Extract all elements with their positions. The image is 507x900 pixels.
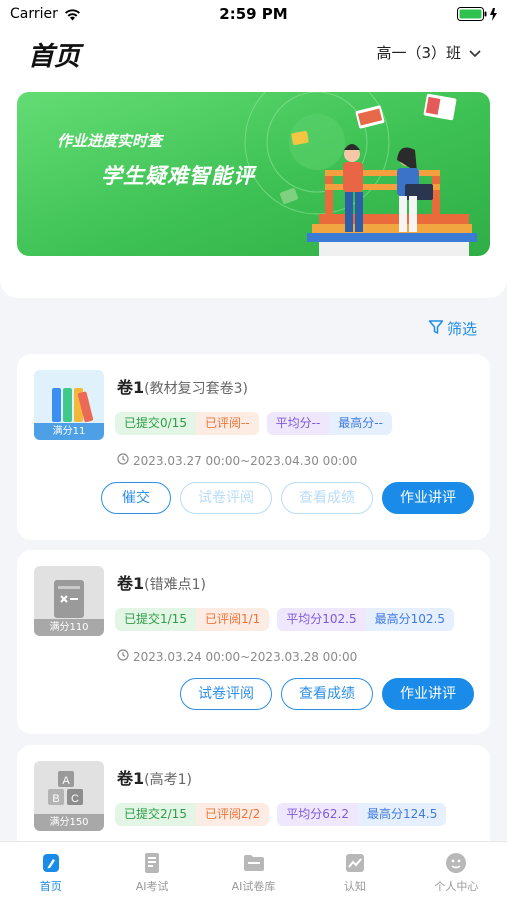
exam-icon (145, 853, 160, 873)
tab-label: 认知 (343, 880, 366, 893)
average-score-badge: 平均分62.2 (277, 803, 359, 826)
tab-profile[interactable]: 个人中心 (406, 842, 507, 900)
class-label: 高一（3）班 (376, 44, 461, 62)
clock-icon (117, 649, 129, 664)
tab-home[interactable]: 首页 (0, 842, 101, 900)
homework-review-button[interactable]: 作业讲评 (382, 482, 474, 514)
tab-cognition[interactable]: 认知 (304, 842, 405, 900)
chart-icon (345, 854, 364, 872)
paper-thumbnail: 满分110 (34, 566, 104, 636)
clock-icon (117, 453, 129, 468)
filter-label: 筛选 (446, 320, 477, 338)
card-title: 卷1(高考1) (117, 765, 192, 789)
highest-score-badge: 最高分124.5 (358, 803, 447, 826)
time-range: 2023.03.24 00:00~2023.03.28 00:00 (117, 649, 357, 664)
submitted-badge: 已提交1/15 (115, 608, 196, 631)
submitted-badge: 已提交0/15 (115, 412, 196, 435)
full-score-label: 满分11 (34, 423, 104, 440)
paper-name: 卷1 (117, 769, 145, 788)
highest-score-badge: 最高分102.5 (365, 608, 454, 631)
svg-text:B: B (52, 793, 59, 805)
paper-subtitle: (教材复习套卷3) (144, 381, 248, 397)
folder-icon (243, 855, 264, 871)
remind-submit-button[interactable]: 催交 (101, 482, 171, 514)
svg-text:C: C (71, 793, 79, 805)
status-bar: Carrier 2:59 PM (0, 0, 507, 28)
filter-button[interactable]: 筛选 (428, 318, 477, 339)
paper-name: 卷1 (117, 574, 145, 593)
svg-text:A: A (62, 775, 70, 787)
highest-score-badge: 最高分-- (329, 412, 392, 435)
homework-card[interactable]: 满分110 卷1(错难点1) 已提交1/15 已评阅1/1 平均分102.5 最… (17, 550, 490, 734)
tab-ai-paper-library[interactable]: AI试卷库 (203, 842, 304, 900)
card-actions: 催交 试卷评阅 查看成绩 作业讲评 (101, 482, 474, 514)
profile-icon (446, 853, 467, 873)
bottom-tab-bar: 首页 AI考试 AI试卷库 认知 个人中心 (0, 841, 507, 900)
card-title: 卷1(教材复习套卷3) (117, 374, 248, 398)
tab-label: AI考试 (135, 880, 169, 893)
view-scores-button[interactable]: 查看成绩 (281, 482, 373, 514)
paper-subtitle: (错难点1) (144, 577, 206, 593)
stats-tags: 已提交1/15 已评阅1/1 平均分102.5 最高分102.5 (115, 608, 454, 631)
banner-line-1: 作业进度实时查 (57, 132, 163, 150)
homework-card[interactable]: 满分11 卷1(教材复习套卷3) 已提交0/15 已评阅-- 平均分-- 最高分… (17, 354, 490, 540)
paper-thumbnail: 满分11 (34, 370, 104, 440)
filter-icon (428, 319, 444, 339)
submitted-badge: 已提交2/15 (115, 803, 196, 826)
homework-review-button[interactable]: 作业讲评 (382, 678, 474, 710)
reviewed-badge: 已评阅2/2 (195, 803, 270, 826)
full-score-label: 满分110 (34, 619, 104, 636)
reviewed-badge: 已评阅-- (195, 412, 259, 435)
header: 首页 高一（3）班 作业进度实时查 学生疑难智能评 (0, 28, 507, 298)
paper-name: 卷1 (117, 378, 145, 397)
full-score-label: 满分150 (34, 814, 104, 831)
average-score-badge: 平均分-- (266, 412, 330, 435)
page-title: 首页 (28, 42, 81, 72)
banner-line-2: 学生疑难智能评 (101, 164, 255, 188)
card-title: 卷1(错难点1) (117, 570, 206, 594)
tab-label: AI试卷库 (231, 880, 276, 893)
class-selector[interactable]: 高一（3）班 (376, 42, 481, 63)
clock: 2:59 PM (219, 5, 288, 23)
card-actions: 试卷评阅 查看成绩 作业讲评 (180, 678, 474, 710)
chevron-down-icon (469, 44, 481, 62)
paper-subtitle: (高考1) (144, 772, 192, 788)
stats-tags: 已提交2/15 已评阅2/2 平均分62.2 最高分124.5 (115, 803, 447, 826)
time-range: 2023.03.27 00:00~2023.04.30 00:00 (117, 453, 357, 468)
promo-banner[interactable]: 作业进度实时查 学生疑难智能评 (17, 92, 490, 256)
tab-ai-exam[interactable]: AI考试 (101, 842, 202, 900)
average-score-badge: 平均分102.5 (277, 608, 366, 631)
stats-tags: 已提交0/15 已评阅-- 平均分-- 最高分-- (115, 412, 392, 435)
tab-label: 首页 (39, 880, 62, 893)
view-scores-button[interactable]: 查看成绩 (281, 678, 373, 710)
battery-icon (457, 7, 499, 26)
review-paper-button[interactable]: 试卷评阅 (180, 482, 272, 514)
tab-label: 个人中心 (434, 880, 479, 893)
time-range-text: 2023.03.24 00:00~2023.03.28 00:00 (133, 649, 358, 664)
paper-thumbnail: A B C 满分150 (34, 761, 104, 831)
time-range-text: 2023.03.27 00:00~2023.04.30 00:00 (133, 453, 358, 468)
review-paper-button[interactable]: 试卷评阅 (180, 678, 272, 710)
reviewed-badge: 已评阅1/1 (195, 608, 270, 631)
home-icon (42, 854, 59, 872)
